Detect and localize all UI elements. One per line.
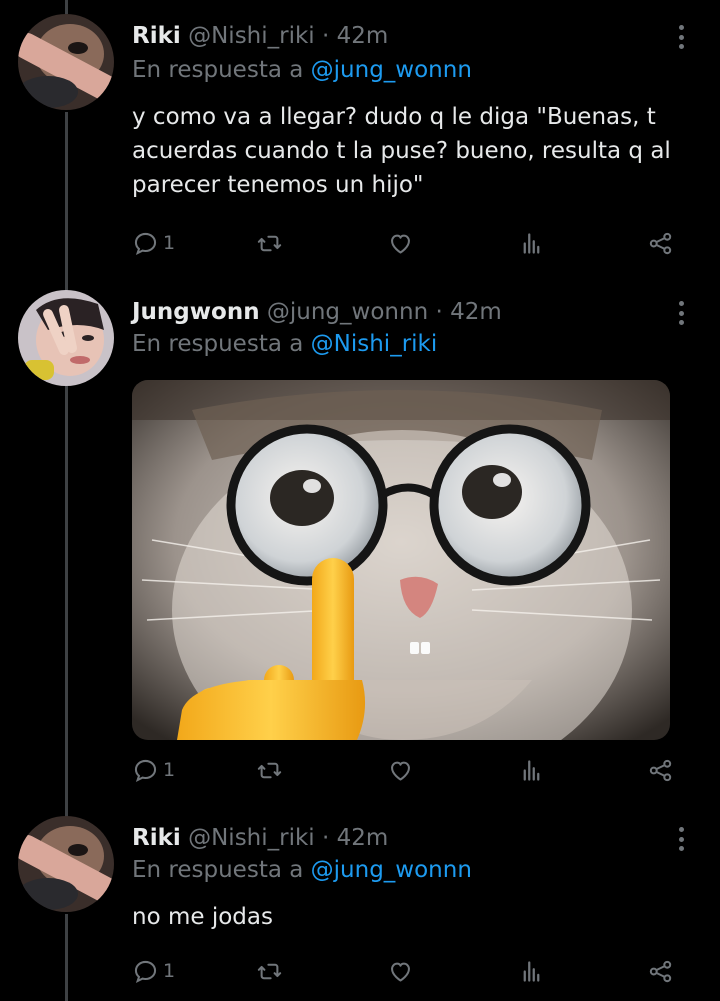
reply-button[interactable]: 1: [132, 228, 175, 258]
share-icon: [649, 759, 672, 781]
tweet-1[interactable]: Riki @Nishi_riki · 42m En respuesta a @j…: [0, 0, 720, 290]
reply-count: 1: [163, 232, 176, 254]
reply-prefix: En respuesta a: [132, 57, 304, 83]
share-button[interactable]: [647, 755, 674, 785]
views-icon: [523, 759, 540, 781]
reply-context: En respuesta a @Nishi_riki: [132, 330, 437, 358]
tweet-3[interactable]: Riki @Nishi_riki · 42m En respuesta a @j…: [0, 816, 720, 1001]
tweet-header: Jungwonn @jung_wonnn · 42m: [132, 298, 502, 326]
reply-mention-link[interactable]: @Nishi_riki: [311, 331, 438, 357]
tweet-header: Riki @Nishi_riki · 42m: [132, 824, 388, 852]
tweet-header: Riki @Nishi_riki · 42m: [132, 22, 388, 50]
share-button[interactable]: [647, 956, 674, 986]
avatar[interactable]: [18, 290, 114, 386]
more-options-icon[interactable]: [672, 824, 690, 854]
retweet-icon: [257, 762, 282, 778]
retweet-button[interactable]: [256, 228, 283, 258]
tweet-text: y como va a llegar? dudo q le diga "Buen…: [132, 104, 671, 198]
display-name[interactable]: Riki: [132, 825, 181, 851]
reply-icon: [134, 759, 157, 782]
display-name[interactable]: Jungwonn: [132, 299, 260, 325]
reply-button[interactable]: 1: [132, 755, 175, 785]
reply-prefix: En respuesta a: [132, 331, 304, 357]
like-button[interactable]: [387, 755, 414, 785]
like-button[interactable]: [387, 228, 414, 258]
retweet-icon: [257, 235, 282, 251]
user-handle[interactable]: @Nishi_riki: [188, 23, 315, 49]
separator-dot: ·: [435, 299, 443, 325]
heart-icon: [391, 962, 410, 982]
views-icon: [523, 232, 540, 254]
retweet-button[interactable]: [256, 755, 283, 785]
views-icon: [523, 960, 540, 982]
tweet-2[interactable]: Jungwonn @jung_wonnn · 42m En respuesta …: [0, 290, 720, 810]
separator-dot: ·: [322, 23, 330, 49]
share-button[interactable]: [647, 228, 674, 258]
action-bar: 1: [132, 755, 680, 785]
action-bar: 1: [132, 228, 680, 258]
timestamp[interactable]: 42m: [450, 299, 502, 325]
user-handle[interactable]: @jung_wonnn: [267, 299, 428, 325]
views-button[interactable]: [518, 755, 545, 785]
heart-icon: [391, 761, 410, 781]
avatar[interactable]: [18, 816, 114, 912]
reply-icon: [134, 960, 157, 983]
reply-mention-link[interactable]: @jung_wonnn: [311, 57, 472, 83]
reply-count: 1: [163, 759, 176, 781]
timestamp[interactable]: 42m: [337, 825, 389, 851]
separator-dot: ·: [322, 825, 330, 851]
user-handle[interactable]: @Nishi_riki: [188, 825, 315, 851]
timestamp[interactable]: 42m: [337, 23, 389, 49]
reply-button[interactable]: 1: [132, 956, 175, 986]
heart-icon: [391, 234, 410, 254]
share-icon: [649, 960, 672, 982]
views-button[interactable]: [518, 228, 545, 258]
more-options-icon[interactable]: [672, 298, 690, 328]
more-options-icon[interactable]: [672, 22, 690, 52]
retweet-button[interactable]: [256, 956, 283, 986]
reply-mention-link[interactable]: @jung_wonnn: [311, 857, 472, 883]
views-button[interactable]: [518, 956, 545, 986]
tweet-text: no me jodas: [132, 904, 273, 930]
reply-icon: [134, 232, 157, 255]
share-icon: [649, 232, 672, 254]
display-name[interactable]: Riki: [132, 23, 181, 49]
reply-prefix: En respuesta a: [132, 857, 304, 883]
action-bar: 1: [132, 956, 680, 986]
reply-count: 1: [163, 960, 176, 982]
like-button[interactable]: [387, 956, 414, 986]
retweet-icon: [257, 963, 282, 979]
tweet-media-image[interactable]: [132, 380, 670, 740]
reply-context: En respuesta a @jung_wonnn: [132, 56, 472, 84]
avatar[interactable]: [18, 14, 114, 110]
reply-context: En respuesta a @jung_wonnn: [132, 856, 472, 884]
